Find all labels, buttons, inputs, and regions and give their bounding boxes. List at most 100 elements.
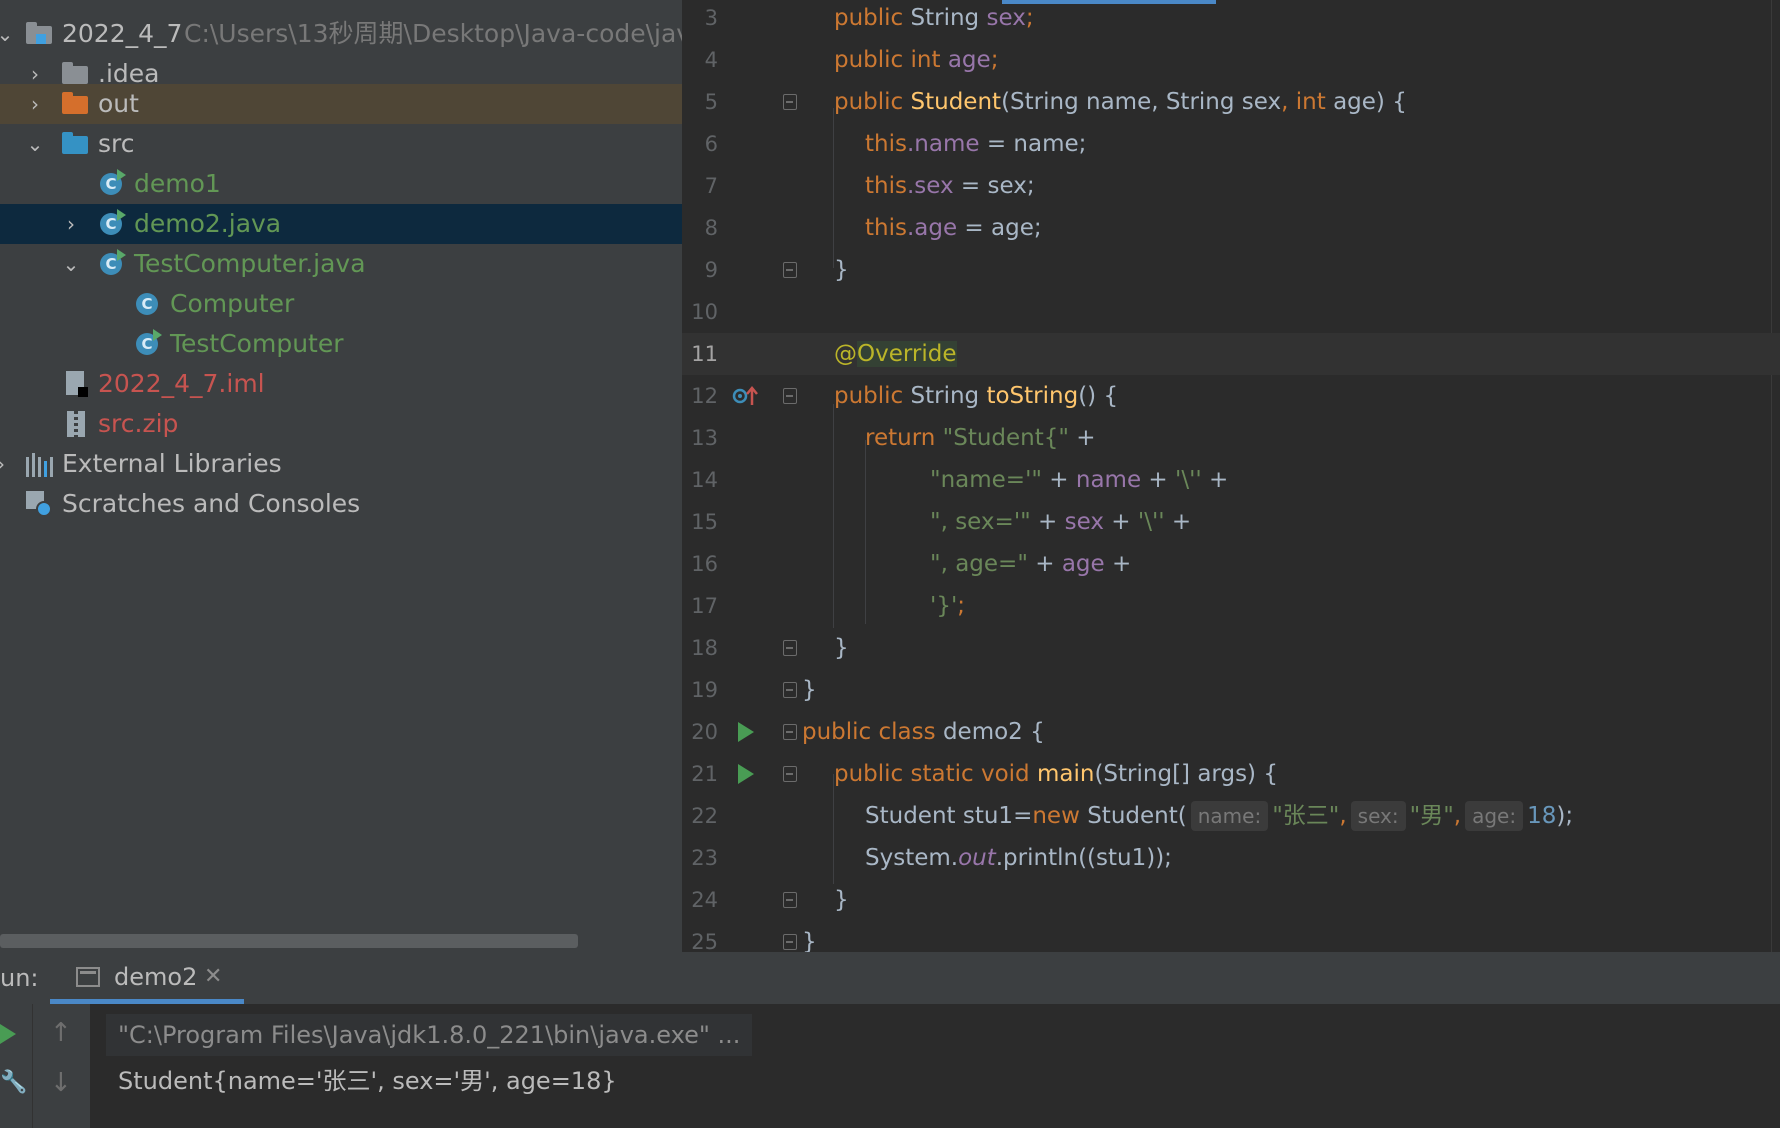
class-icon: C bbox=[134, 291, 160, 317]
tree-item-external-libraries[interactable]: › External Libraries bbox=[0, 444, 682, 484]
source-folder-icon bbox=[62, 131, 88, 157]
line-number: 16 bbox=[691, 552, 718, 576]
code-text: } bbox=[834, 635, 849, 661]
tree-item-testcomputer[interactable]: C TestComputer bbox=[0, 324, 682, 364]
tree-item-srczip[interactable]: src.zip bbox=[0, 404, 682, 444]
scratches-icon bbox=[26, 491, 52, 517]
java-class-icon: C bbox=[98, 209, 126, 237]
close-icon[interactable]: ✕ bbox=[204, 952, 222, 1002]
code-line[interactable]: 20 public class demo2 { bbox=[682, 711, 1780, 753]
run-gutter-icon[interactable] bbox=[738, 722, 754, 742]
code-line[interactable]: 15 ", sex='" + sex + '\'' + bbox=[682, 501, 1780, 543]
code-line[interactable]: 5 public Student(String name, String sex… bbox=[682, 81, 1780, 123]
tree-item-iml[interactable]: 2022_4_7.iml bbox=[0, 364, 682, 404]
code-line[interactable]: 18 } bbox=[682, 627, 1780, 669]
line-number: 4 bbox=[704, 48, 718, 72]
java-class-icon: C bbox=[98, 249, 126, 277]
fold-icon[interactable] bbox=[783, 892, 797, 908]
override-method-icon[interactable] bbox=[732, 385, 764, 407]
chevron-down-icon[interactable]: ⌄ bbox=[60, 244, 82, 284]
code-line[interactable]: 19 } bbox=[682, 669, 1780, 711]
tree-item-label: Computer bbox=[170, 289, 295, 318]
tree-item-label: External Libraries bbox=[62, 449, 282, 478]
archive-icon bbox=[64, 411, 90, 437]
code-line[interactable]: 14 "name='" + name + '\'' + bbox=[682, 459, 1780, 501]
line-number: 12 bbox=[691, 384, 718, 408]
code-line[interactable]: 6 this.name = name; bbox=[682, 123, 1780, 165]
code-line[interactable]: 7 this.sex = sex; bbox=[682, 165, 1780, 207]
fold-icon[interactable] bbox=[783, 724, 797, 740]
code-line[interactable]: 24 } bbox=[682, 879, 1780, 921]
line-number: 24 bbox=[691, 888, 718, 912]
tree-item-demo2[interactable]: › C demo2.java bbox=[0, 204, 682, 244]
rerun-icon[interactable] bbox=[0, 1024, 16, 1044]
line-number: 14 bbox=[691, 468, 718, 492]
fold-icon[interactable] bbox=[783, 94, 797, 110]
code-line[interactable]: 13 return "Student{" + bbox=[682, 417, 1780, 459]
tree-item-label: src bbox=[98, 129, 135, 158]
chevron-down-icon[interactable]: ⌄ bbox=[24, 124, 46, 164]
fold-icon[interactable] bbox=[783, 388, 797, 404]
code-line[interactable]: 22 Student stu1=new Student(name: "张三", se… bbox=[682, 795, 1780, 837]
chevron-right-icon[interactable]: › bbox=[24, 84, 46, 124]
code-text: public String toString() { bbox=[834, 383, 1119, 409]
line-number: 20 bbox=[691, 720, 718, 744]
fold-icon[interactable] bbox=[783, 262, 797, 278]
code-line[interactable]: 16 ", age=" + age + bbox=[682, 543, 1780, 585]
run-tab-label: demo2 bbox=[114, 963, 198, 991]
code-line[interactable]: 9 } bbox=[682, 249, 1780, 291]
project-root[interactable]: ⌄ 2022_4_7 C:\Users\13秒周期\Desktop\Java-c… bbox=[0, 14, 682, 54]
module-folder-icon bbox=[26, 21, 52, 47]
line-number: 17 bbox=[691, 594, 718, 618]
fold-icon[interactable] bbox=[783, 766, 797, 782]
code-line[interactable]: 25 } bbox=[682, 921, 1780, 952]
project-root-name: 2022_4_7 bbox=[62, 19, 183, 48]
java-class-icon: C bbox=[134, 329, 162, 357]
tree-item-label: demo2.java bbox=[134, 209, 282, 238]
code-line[interactable]: 17 '}'; bbox=[682, 585, 1780, 627]
java-class-icon: C bbox=[98, 169, 126, 197]
fold-icon[interactable] bbox=[783, 640, 797, 656]
code-line[interactable]: 8 this.age = age; bbox=[682, 207, 1780, 249]
param-hint: age: bbox=[1465, 801, 1524, 831]
line-number: 10 bbox=[691, 300, 718, 324]
param-hint: sex: bbox=[1350, 801, 1406, 831]
chevron-down-icon[interactable]: ⌄ bbox=[0, 14, 16, 54]
tree-item-computer[interactable]: C Computer bbox=[0, 284, 682, 324]
tree-item-label: out bbox=[98, 89, 139, 118]
chevron-right-icon[interactable]: › bbox=[60, 204, 82, 244]
code-line-current[interactable]: 11 @Override bbox=[682, 333, 1780, 375]
arrow-up-icon[interactable]: ↑ bbox=[50, 1018, 72, 1048]
code-line[interactable]: 21 public static void main(String[] args… bbox=[682, 753, 1780, 795]
tree-item-demo1[interactable]: C demo1 bbox=[0, 164, 682, 204]
code-line[interactable]: 12 public String toString() { bbox=[682, 375, 1780, 417]
tree-item-label: src.zip bbox=[98, 409, 179, 438]
code-line[interactable]: 3 public String sex; bbox=[682, 0, 1780, 39]
horizontal-scrollbar[interactable] bbox=[0, 934, 578, 948]
run-gutter-icon[interactable] bbox=[738, 764, 754, 784]
code-text: @Override bbox=[834, 341, 957, 367]
fold-icon[interactable] bbox=[783, 934, 797, 950]
arrow-down-icon[interactable]: ↓ bbox=[50, 1068, 72, 1098]
line-number: 6 bbox=[704, 132, 718, 156]
run-tab-demo2[interactable]: demo2 ✕ bbox=[50, 952, 244, 1004]
tree-item-label: TestComputer bbox=[170, 329, 344, 358]
code-line[interactable]: 4 public int age; bbox=[682, 39, 1780, 81]
line-number: 9 bbox=[704, 258, 718, 282]
tree-item-testcomputer-java[interactable]: ⌄ C TestComputer.java bbox=[0, 244, 682, 284]
chevron-right-icon[interactable]: › bbox=[0, 444, 12, 484]
line-number: 21 bbox=[691, 762, 718, 786]
code-line[interactable]: 23 System.out.println((stu1)); bbox=[682, 837, 1780, 879]
console-command-line[interactable]: "C:\Program Files\Java\jdk1.8.0_221\bin\… bbox=[106, 1014, 753, 1056]
code-line[interactable]: 10 bbox=[682, 291, 1780, 333]
line-number: 18 bbox=[691, 636, 718, 660]
code-editor[interactable]: 3 public String sex; 4 public int age; 5… bbox=[682, 0, 1780, 952]
tree-item-out[interactable]: › out bbox=[0, 84, 682, 124]
line-number: 7 bbox=[704, 174, 718, 198]
tree-item-label: 2022_4_7.iml bbox=[98, 369, 265, 398]
tree-item-src[interactable]: ⌄ src bbox=[0, 124, 682, 164]
console-output: Student{name='张三', sex='男', age=18} bbox=[118, 1067, 617, 1095]
fold-icon[interactable] bbox=[783, 682, 797, 698]
tree-item-scratches[interactable]: Scratches and Consoles bbox=[0, 484, 682, 524]
wrench-icon[interactable]: 🔧 bbox=[0, 1070, 27, 1095]
